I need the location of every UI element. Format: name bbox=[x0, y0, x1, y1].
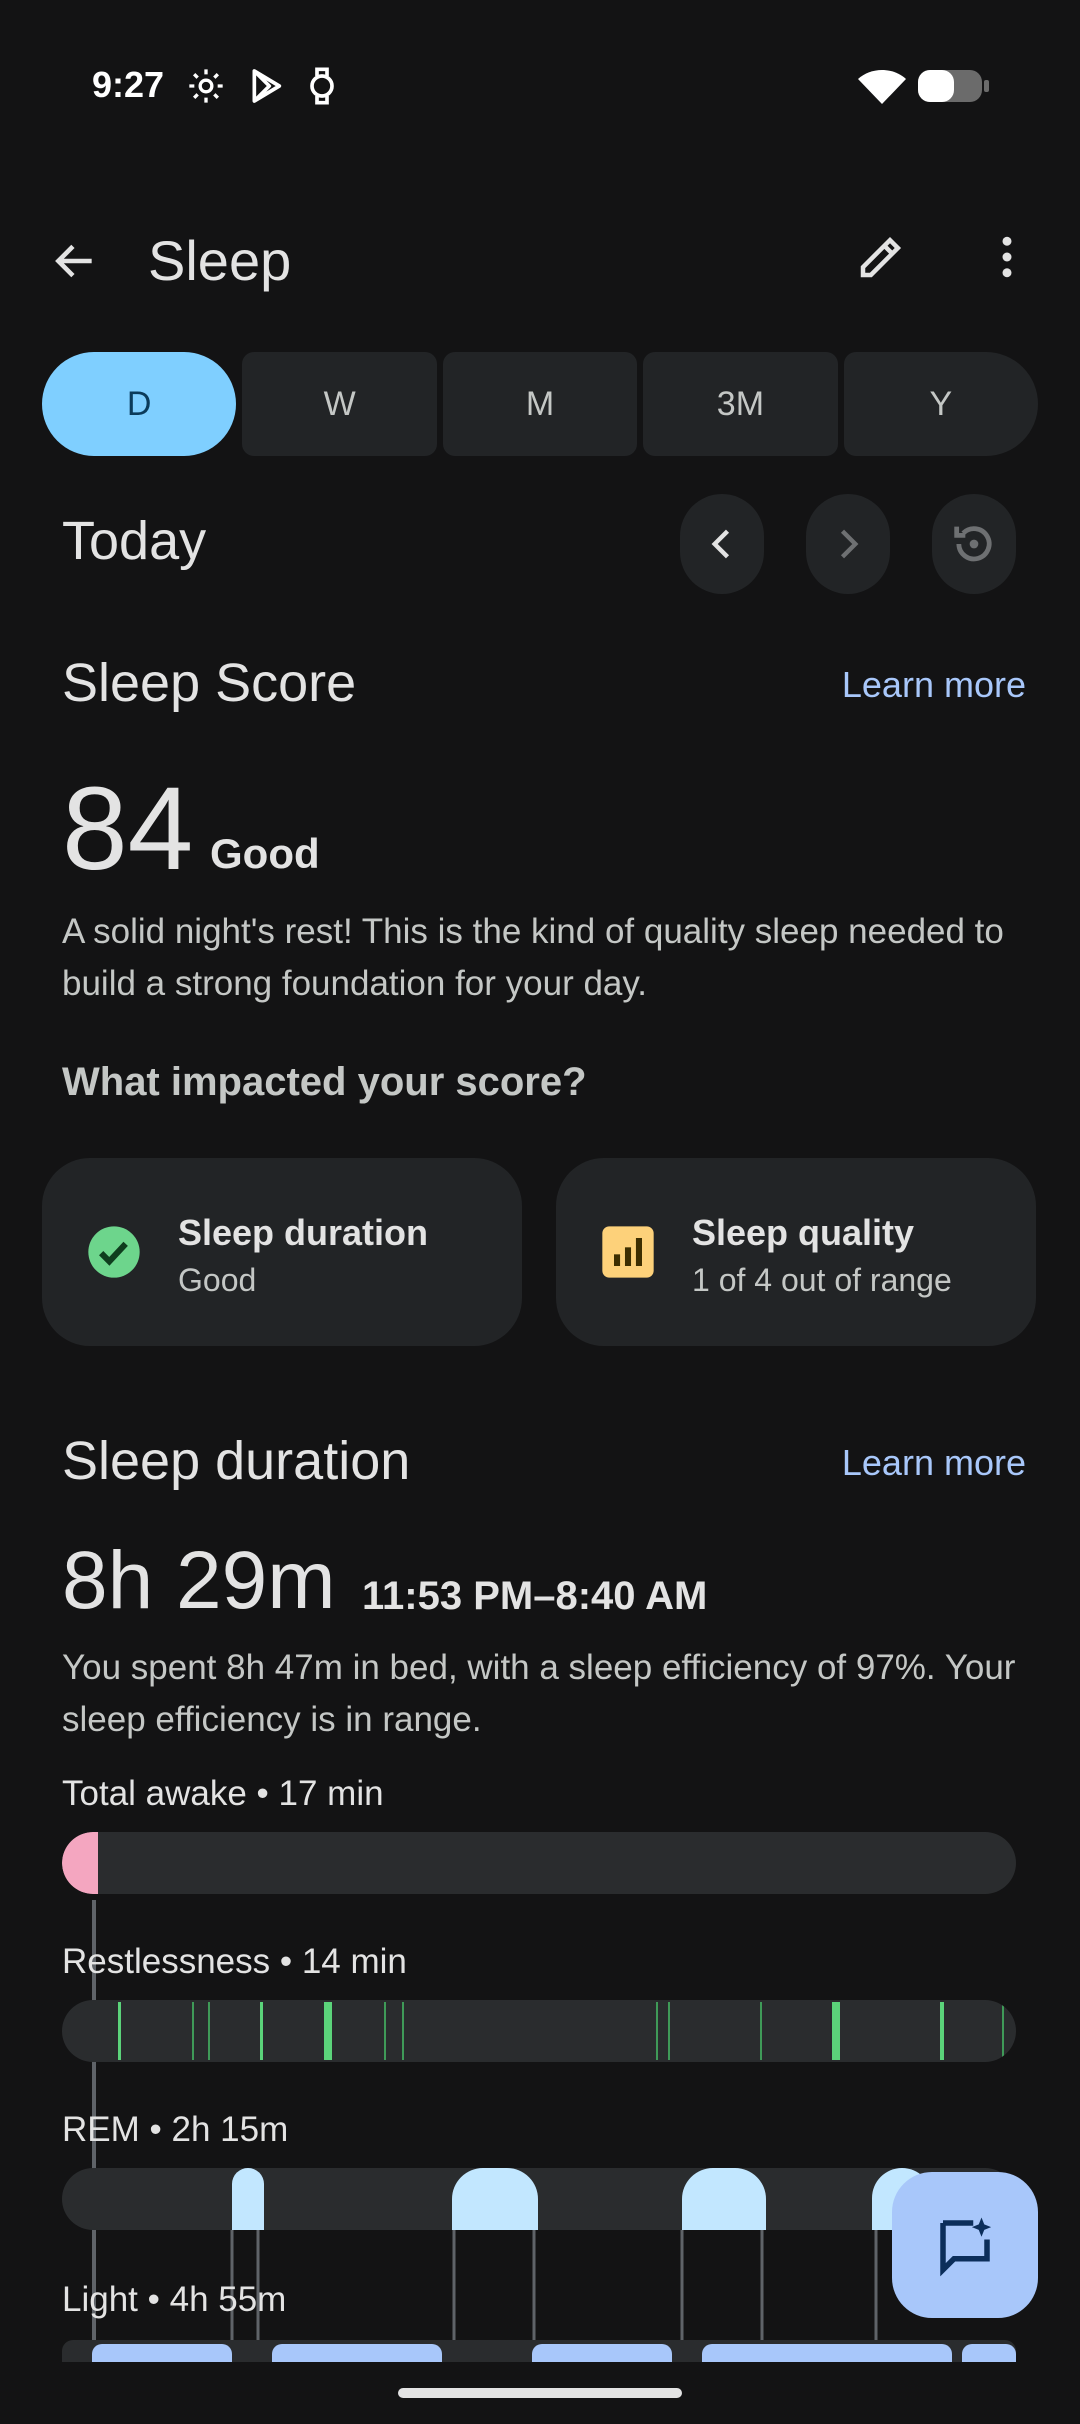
sleep-score-rating: Good bbox=[210, 830, 320, 877]
restless-marker bbox=[192, 2002, 194, 2060]
more-vert-icon bbox=[1002, 236, 1012, 278]
history-icon bbox=[954, 526, 992, 562]
page-title: Sleep bbox=[148, 229, 292, 292]
range-tabs: D W M 3M Y bbox=[42, 352, 1039, 456]
restless-marker bbox=[668, 2002, 670, 2060]
period-title: Today bbox=[62, 511, 207, 571]
play-store-icon bbox=[252, 69, 282, 103]
ask-coach-button[interactable] bbox=[892, 2172, 1038, 2318]
sleep-duration-title: Sleep duration bbox=[62, 1431, 411, 1491]
restless-marker bbox=[760, 2002, 762, 2060]
restless-marker bbox=[402, 2002, 404, 2060]
restless-marker bbox=[324, 2002, 332, 2060]
status-time: 9:27 bbox=[92, 64, 165, 105]
chevron-left-icon bbox=[711, 529, 730, 559]
stage-track-light bbox=[62, 2340, 1016, 2362]
battery-icon bbox=[918, 70, 989, 102]
tab-year[interactable]: Y bbox=[843, 352, 1039, 456]
restless-marker bbox=[656, 2002, 658, 2060]
restless-marker bbox=[940, 2002, 944, 2060]
stage-label-light: Light • 4h 55m bbox=[62, 2280, 287, 2319]
impact-card-status: Good bbox=[178, 1262, 257, 1298]
impact-card-sleep-quality[interactable]: Sleep quality 1 of 4 out of range bbox=[556, 1158, 1036, 1346]
stage-label-rem: REM • 2h 15m bbox=[62, 2110, 289, 2149]
light-segment bbox=[702, 2344, 952, 2362]
restless-marker bbox=[832, 2002, 840, 2060]
sleep-score-description: A solid night's rest! This is the kind o… bbox=[62, 912, 1004, 1003]
light-segment bbox=[532, 2344, 672, 2362]
impact-card-status: 1 of 4 out of range bbox=[692, 1262, 952, 1298]
edit-button[interactable] bbox=[846, 222, 916, 292]
stage-label-restlessness: Restlessness • 14 min bbox=[62, 1942, 407, 1981]
arrow-back-icon bbox=[55, 244, 92, 278]
bar-chart-icon bbox=[602, 1226, 654, 1278]
tab-month[interactable]: M bbox=[442, 352, 638, 456]
impact-card-title: Sleep quality bbox=[692, 1212, 915, 1253]
rem-segment bbox=[452, 2168, 538, 2230]
restless-marker bbox=[260, 2002, 263, 2060]
restless-marker bbox=[384, 2002, 386, 2060]
stage-track-restlessness bbox=[62, 2000, 1016, 2062]
tab-day[interactable]: D bbox=[42, 352, 237, 456]
sleep-score-learn-more-link[interactable]: Learn more bbox=[842, 664, 1026, 706]
restless-marker bbox=[1002, 2002, 1004, 2060]
sleep-duration-total: 8h 29m bbox=[62, 1535, 336, 1626]
impact-heading: What impacted your score? bbox=[62, 1060, 587, 1104]
impact-card-title: Sleep duration bbox=[178, 1212, 429, 1253]
sleep-duration-description: You spent 8h 47m in bed, with a sleep ef… bbox=[62, 1648, 1016, 1739]
watch-icon bbox=[310, 67, 334, 105]
app-bar: Sleep bbox=[0, 200, 1080, 320]
impact-card-sleep-duration[interactable]: Sleep duration Good bbox=[42, 1158, 522, 1346]
sleep-duration-range: 11:53 PM–8:40 AM bbox=[362, 1574, 708, 1618]
sleep-duration-learn-more-link[interactable]: Learn more bbox=[842, 1442, 1026, 1484]
tab-week[interactable]: W bbox=[242, 352, 437, 456]
stage-track-rem bbox=[62, 2168, 1016, 2230]
light-segment bbox=[92, 2344, 232, 2362]
chat-sparkle-icon bbox=[940, 2217, 992, 2277]
rem-segment bbox=[232, 2168, 264, 2230]
rem-segment bbox=[682, 2168, 766, 2230]
sleep-score-title: Sleep Score bbox=[62, 653, 357, 713]
back-button[interactable] bbox=[40, 226, 110, 296]
chevron-right-icon bbox=[840, 529, 859, 559]
home-indicator[interactable] bbox=[398, 2388, 682, 2398]
next-period-button[interactable] bbox=[806, 494, 890, 594]
sleep-score-value: 84 bbox=[62, 763, 194, 895]
tab-three-months[interactable]: 3M bbox=[643, 352, 838, 456]
restless-marker bbox=[118, 2002, 121, 2060]
restless-marker bbox=[208, 2002, 210, 2060]
light-segment bbox=[962, 2344, 1016, 2362]
light-segment bbox=[272, 2344, 442, 2362]
reset-period-button[interactable] bbox=[932, 494, 1016, 594]
more-options-button[interactable] bbox=[972, 222, 1042, 292]
pencil-icon bbox=[860, 236, 902, 278]
wifi-icon bbox=[858, 70, 906, 104]
check-circle-icon bbox=[88, 1226, 140, 1278]
settings-icon bbox=[189, 69, 223, 103]
stage-track-awake bbox=[62, 1832, 1016, 1894]
status-bar: 9:27 bbox=[0, 0, 1080, 180]
previous-period-button[interactable] bbox=[680, 494, 764, 594]
stage-label-awake: Total awake • 17 min bbox=[62, 1774, 384, 1813]
